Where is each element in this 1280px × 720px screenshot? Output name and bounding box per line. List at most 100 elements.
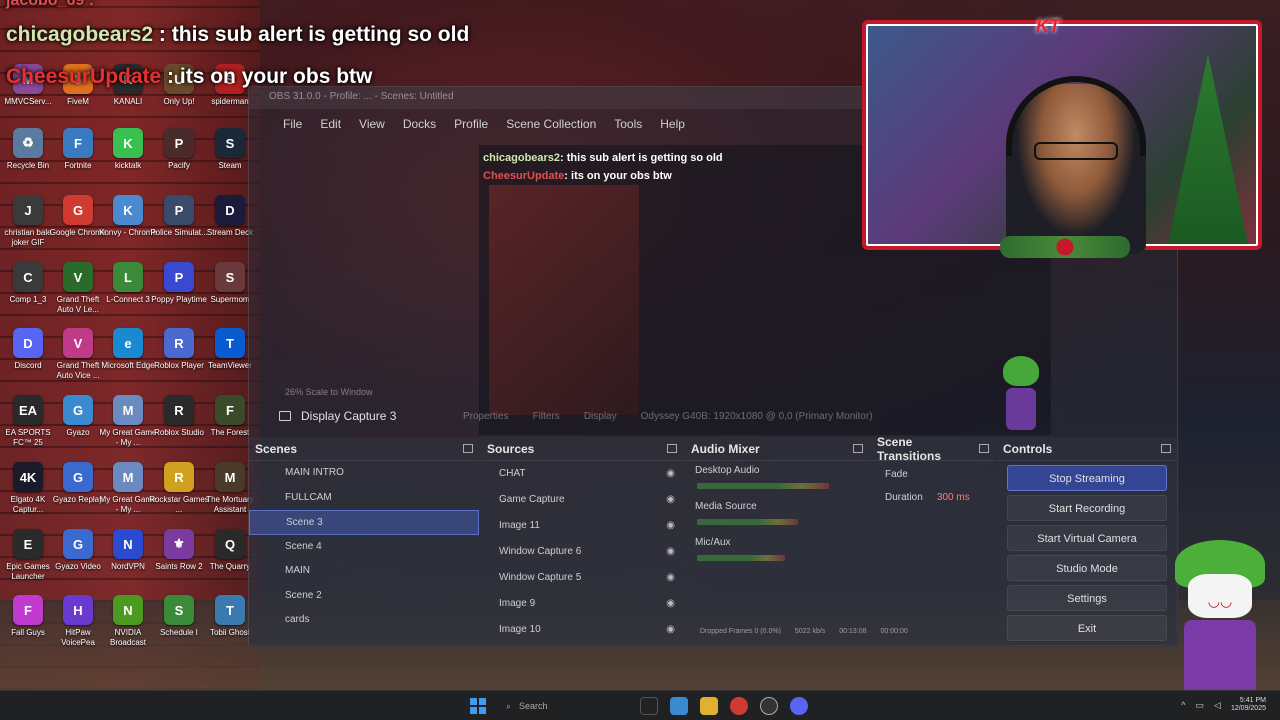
copilot-icon[interactable] bbox=[670, 697, 688, 715]
filters-button[interactable]: Filters bbox=[533, 411, 560, 422]
desktop-icon[interactable]: F Fortnite bbox=[52, 128, 104, 190]
desktop-icon[interactable]: V Grand Theft Auto Vice ... bbox=[52, 328, 104, 390]
monitor-icon bbox=[279, 411, 291, 421]
menu-item[interactable]: Edit bbox=[320, 117, 341, 131]
desktop-icon[interactable]: M My Great Game - My ... bbox=[100, 395, 156, 457]
desktop-icon[interactable]: ⚜ Saints Row 2 bbox=[153, 529, 205, 591]
app-icon: D bbox=[215, 195, 245, 225]
source-item[interactable]: Image 10 ◉ bbox=[481, 617, 683, 643]
scene-item[interactable]: Scene 3 bbox=[249, 510, 479, 535]
visibility-eye-icon[interactable]: ◉ bbox=[666, 565, 675, 591]
visibility-eye-icon[interactable]: ◉ bbox=[666, 513, 675, 539]
file-explorer-icon[interactable] bbox=[700, 697, 718, 715]
desktop-icon[interactable]: G Gyazo bbox=[52, 395, 104, 457]
desktop-icon[interactable]: R Rockstar Games ... bbox=[149, 462, 209, 524]
display-select[interactable]: Odyssey G40B: 1920x1080 @ 0,0 (Primary M… bbox=[641, 411, 873, 422]
desktop-icon[interactable]: F Fall Guys bbox=[2, 595, 54, 657]
task-view-icon[interactable] bbox=[640, 697, 658, 715]
visibility-eye-icon[interactable]: ◉ bbox=[666, 617, 675, 643]
visibility-eye-icon[interactable]: ◉ bbox=[666, 591, 675, 617]
scene-list: MAIN INTRO FULLCAM Scene 3 Scene 4 MAIN Scene… bbox=[249, 461, 479, 633]
volume-meter[interactable] bbox=[697, 555, 786, 561]
desktop-icon[interactable]: N NVIDIA Broadcast bbox=[102, 595, 154, 657]
desktop-icon[interactable]: e Microsoft Edge bbox=[101, 328, 155, 390]
desktop-icon[interactable]: P Pacify bbox=[153, 128, 205, 190]
clock[interactable]: 5:41 PM 12/09/2025 bbox=[1231, 697, 1266, 713]
chrome-icon[interactable] bbox=[730, 697, 748, 715]
control-button[interactable]: Start Virtual Camera bbox=[1007, 525, 1167, 551]
popout-icon[interactable] bbox=[1161, 444, 1171, 453]
scene-item[interactable]: FULLCAM bbox=[249, 486, 479, 511]
menu-item[interactable]: Scene Collection bbox=[506, 117, 596, 131]
popout-icon[interactable] bbox=[463, 444, 473, 453]
app-icon: G bbox=[63, 195, 93, 225]
source-item[interactable]: Window Capture 5 ◉ bbox=[481, 565, 683, 591]
desktop-icon[interactable]: P Poppy Playtime bbox=[151, 262, 207, 324]
taskbar-search[interactable]: ⌕ Search bbox=[498, 695, 628, 717]
desktop-icon[interactable]: E Epic Games Launcher bbox=[2, 529, 54, 591]
desktop-icon[interactable]: H HitPaw VoicePea bbox=[52, 595, 104, 657]
desktop-icon[interactable]: K Konvy - Chrome bbox=[99, 195, 157, 257]
menu-item[interactable]: Docks bbox=[403, 117, 436, 131]
source-item[interactable]: Image 9 ◉ bbox=[481, 591, 683, 617]
source-item[interactable]: Window Capture 6 ◉ bbox=[481, 539, 683, 565]
desktop-icon[interactable]: P Police Simulat... bbox=[150, 195, 208, 257]
desktop-icon[interactable]: R Roblox Studio bbox=[153, 395, 205, 457]
app-icon: K bbox=[113, 128, 143, 158]
desktop-icon[interactable]: V Grand Theft Auto V Le... bbox=[52, 262, 104, 324]
visibility-eye-icon[interactable]: ◉ bbox=[666, 461, 675, 487]
chevron-up-icon[interactable]: ^ bbox=[1181, 700, 1185, 710]
source-item[interactable]: Game Capture ◉ bbox=[481, 487, 683, 513]
source-name: Image 9 bbox=[499, 598, 536, 609]
control-button[interactable]: Start Recording bbox=[1007, 495, 1167, 521]
desktop-icon[interactable]: G Google Chrome bbox=[50, 195, 106, 257]
volume-icon[interactable]: ◁ bbox=[1214, 700, 1221, 711]
desktop-icon[interactable]: G Gyazo Video bbox=[52, 529, 104, 591]
visibility-eye-icon[interactable]: ◉ bbox=[666, 487, 675, 513]
control-button[interactable]: Exit bbox=[1007, 615, 1167, 641]
desktop-icon[interactable]: M My Great Game - My ... bbox=[100, 462, 156, 524]
duration-input[interactable]: 300 ms bbox=[937, 492, 970, 503]
network-icon[interactable]: ▭ bbox=[1196, 700, 1205, 711]
desktop-icon[interactable]: C Comp 1_3 bbox=[2, 262, 54, 324]
desktop-icon[interactable]: N NordVPN bbox=[102, 529, 154, 591]
discord-icon[interactable] bbox=[790, 697, 808, 715]
desktop-icon[interactable]: D Discord bbox=[2, 328, 54, 390]
volume-meter[interactable] bbox=[697, 483, 830, 489]
menu-item[interactable]: Help bbox=[660, 117, 685, 131]
transition-select[interactable]: Fade bbox=[871, 461, 995, 488]
control-button[interactable]: Stop Streaming bbox=[1007, 465, 1167, 491]
visibility-eye-icon[interactable]: ◉ bbox=[666, 539, 675, 565]
desktop-icon[interactable]: Jchristian bale joker GIF bbox=[2, 195, 54, 257]
scene-item[interactable]: Scene 2 bbox=[249, 584, 479, 609]
desktop-icon[interactable]: S Schedule I bbox=[153, 595, 205, 657]
scene-item[interactable]: MAIN bbox=[249, 559, 479, 584]
popout-icon[interactable] bbox=[853, 444, 863, 453]
joker-figure-small bbox=[998, 356, 1044, 432]
desktop-icon[interactable]: L L-Connect 3 bbox=[102, 262, 154, 324]
scene-item[interactable]: cards bbox=[249, 608, 479, 633]
popout-icon[interactable] bbox=[979, 444, 989, 453]
control-button[interactable]: Settings bbox=[1007, 585, 1167, 611]
desktop-icon[interactable]: G Gyazo Replay bbox=[52, 462, 104, 524]
menu-item[interactable]: File bbox=[283, 117, 302, 131]
obs-icon[interactable] bbox=[760, 697, 778, 715]
source-item[interactable]: CHAT ◉ bbox=[481, 461, 683, 487]
desktop-icon[interactable]: EA EA SPORTS FC™ 25 bbox=[2, 395, 54, 457]
properties-button[interactable]: Properties bbox=[463, 411, 509, 422]
volume-meter[interactable] bbox=[697, 519, 799, 525]
menu-item[interactable]: Tools bbox=[614, 117, 642, 131]
scene-item[interactable]: MAIN INTRO bbox=[249, 461, 479, 486]
christmas-tree bbox=[1168, 54, 1248, 244]
popout-icon[interactable] bbox=[667, 444, 677, 453]
desktop-icon[interactable]: R Roblox Player bbox=[153, 328, 205, 390]
desktop-icon[interactable]: ♻ Recycle Bin bbox=[2, 128, 54, 190]
control-button[interactable]: Studio Mode bbox=[1007, 555, 1167, 581]
desktop-icon[interactable]: 4K Elgato 4K Captur... bbox=[2, 462, 54, 524]
scene-item[interactable]: Scene 4 bbox=[249, 535, 479, 560]
source-item[interactable]: Image 11 ◉ bbox=[481, 513, 683, 539]
desktop-icon[interactable]: Kkicktalk bbox=[102, 128, 154, 190]
menu-item[interactable]: View bbox=[359, 117, 385, 131]
menu-item[interactable]: Profile bbox=[454, 117, 488, 131]
start-button[interactable] bbox=[470, 698, 486, 714]
